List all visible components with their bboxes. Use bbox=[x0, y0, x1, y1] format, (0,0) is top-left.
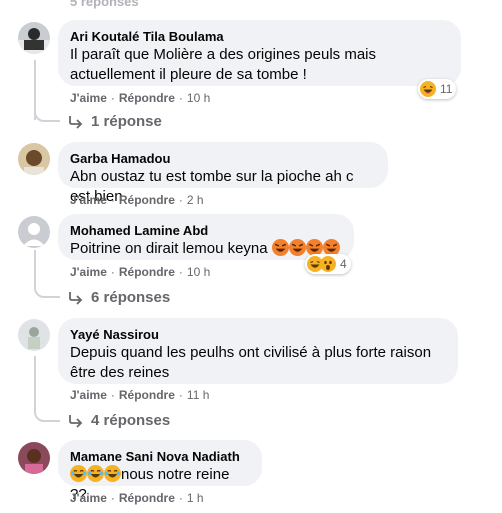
comment-actions: J'aime · Répondre · 2 h bbox=[70, 193, 204, 207]
comment-text: Il paraît que Molière a des origines peu… bbox=[70, 46, 376, 83]
comment-text: Poitrine on dirait lemou keyna bbox=[70, 239, 342, 259]
avatar-image bbox=[18, 22, 50, 54]
comment-bubble: Mohamed Lamine Abd Poitrine on dirait le… bbox=[58, 214, 354, 260]
tears-of-joy-emoji-icon bbox=[87, 465, 104, 482]
thread-line bbox=[34, 250, 60, 298]
comment-actions: J'aime · Répondre · 10 h bbox=[70, 91, 211, 105]
angry-laugh-emoji-icon bbox=[288, 239, 306, 256]
comment-author[interactable]: Garba Hamadou bbox=[70, 150, 376, 167]
avatar[interactable] bbox=[18, 216, 50, 248]
replies-count: 4 réponses bbox=[91, 412, 171, 429]
thread-line bbox=[34, 356, 60, 422]
avatar-image bbox=[18, 319, 50, 351]
comment-author[interactable]: Mamane Sani Nova Nadiath bbox=[70, 448, 250, 465]
avatar[interactable] bbox=[18, 143, 50, 175]
replies-link-label: 5 réponses bbox=[70, 0, 139, 9]
comment-actions: J'aime · Répondre · 10 h bbox=[70, 265, 211, 279]
haha-reaction-icon bbox=[420, 81, 436, 97]
reaction-summary[interactable]: 4 bbox=[305, 254, 351, 274]
avatar-image bbox=[18, 143, 50, 175]
like-button[interactable]: J'aime bbox=[70, 91, 107, 105]
reply-button[interactable]: Répondre bbox=[119, 91, 175, 105]
comment-timestamp[interactable]: 11 h bbox=[187, 388, 209, 402]
view-replies-link[interactable]: 4 réponses bbox=[68, 411, 170, 431]
reply-arrow-icon bbox=[69, 415, 83, 428]
comment-timestamp[interactable]: 10 h bbox=[187, 265, 210, 279]
like-button[interactable]: J'aime bbox=[70, 491, 107, 505]
tears-of-joy-emoji-icon bbox=[104, 465, 121, 482]
reaction-count: 4 bbox=[340, 257, 347, 271]
comment-author[interactable]: Yayé Nassirou bbox=[70, 326, 446, 343]
reply-button[interactable]: Répondre bbox=[119, 388, 175, 402]
comment-timestamp[interactable]: 1 h bbox=[187, 491, 204, 505]
reply-button[interactable]: Répondre bbox=[119, 193, 175, 207]
like-button[interactable]: J'aime bbox=[70, 265, 107, 279]
reply-button[interactable]: Répondre bbox=[119, 265, 175, 279]
reply-button[interactable]: Répondre bbox=[119, 491, 175, 505]
view-replies-link[interactable]: 6 réponses bbox=[68, 288, 170, 308]
comment-bubble: Garba Hamadou Abn oustaz tu est tombe su… bbox=[58, 142, 388, 205]
comment-bubble: Yayé Nassirou Depuis quand les peulhs on… bbox=[58, 318, 458, 384]
tears-of-joy-emoji-icon bbox=[70, 465, 87, 482]
wow-reaction-icon bbox=[320, 256, 336, 272]
thread-line bbox=[34, 60, 60, 122]
replies-link-partial[interactable]: 5 réponses bbox=[70, 0, 139, 9]
comment-actions: J'aime · Répondre · 1 h bbox=[70, 491, 204, 505]
avatar-image bbox=[18, 442, 50, 474]
replies-count: 6 réponses bbox=[91, 289, 171, 306]
like-button[interactable]: J'aime bbox=[70, 388, 107, 402]
reply-arrow-icon bbox=[69, 116, 83, 129]
comment-text: Depuis quand les peulhs ont civilisé à p… bbox=[70, 344, 432, 381]
comment-bubble: Ari Koutalé Tila Boulama Il paraît que M… bbox=[58, 20, 461, 86]
comment-author[interactable]: Mohamed Lamine Abd bbox=[70, 222, 342, 239]
reaction-summary[interactable]: 11 bbox=[418, 79, 457, 99]
avatar[interactable] bbox=[18, 442, 50, 474]
comment-text-content: Poitrine on dirait lemou keyna bbox=[70, 240, 268, 257]
comment-bubble: Mamane Sani Nova Nadiath nous notre rein… bbox=[58, 440, 262, 503]
replies-count: 1 réponse bbox=[91, 113, 162, 130]
reply-arrow-icon bbox=[69, 292, 83, 305]
angry-laugh-emoji-icon bbox=[271, 239, 289, 256]
comment-actions: J'aime · Répondre · 11 h bbox=[70, 388, 210, 402]
default-avatar-icon bbox=[18, 216, 50, 248]
comment-author[interactable]: Ari Koutalé Tila Boulama bbox=[70, 28, 449, 45]
comment-timestamp[interactable]: 2 h bbox=[187, 193, 204, 207]
avatar[interactable] bbox=[18, 22, 50, 54]
like-button[interactable]: J'aime bbox=[70, 193, 107, 207]
comment-timestamp[interactable]: 10 h bbox=[187, 91, 210, 105]
view-replies-link[interactable]: 1 réponse bbox=[68, 112, 162, 132]
reaction-count: 11 bbox=[440, 82, 453, 96]
avatar[interactable] bbox=[18, 319, 50, 351]
